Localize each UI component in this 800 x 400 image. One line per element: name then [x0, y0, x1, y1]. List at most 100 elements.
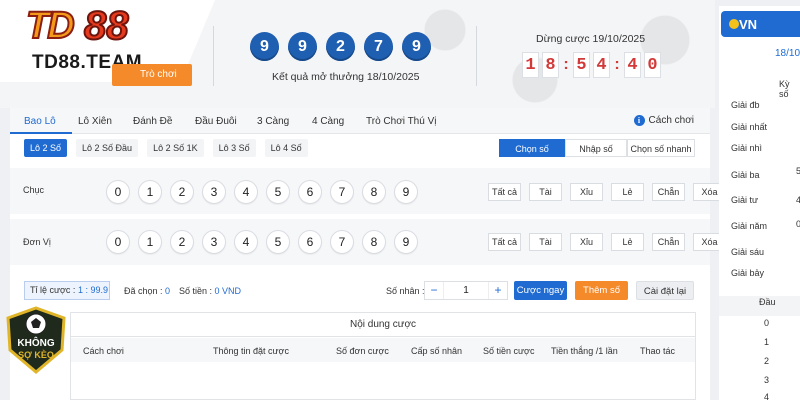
result-balls: 9 9 2 7 9 — [250, 32, 431, 61]
countdown-digit: 4 — [593, 52, 610, 78]
bet-now-button[interactable]: Cược ngay — [514, 281, 567, 300]
col-header-bet-info: Thông tin đặt cược — [213, 346, 289, 356]
digit-ball[interactable]: 7 — [330, 180, 354, 204]
digit-ball[interactable]: 6 — [298, 230, 322, 254]
mode-quick-choose[interactable]: Chọn số nhanh — [627, 139, 695, 157]
row-label-tens: Chục — [23, 185, 45, 195]
subtab-lo-3-so[interactable]: Lô 3 Số — [212, 139, 256, 157]
countdown-digit: 5 — [573, 52, 590, 78]
region-logo-icon — [729, 19, 739, 29]
prize-name: Giải bảy — [731, 268, 765, 278]
countdown-digit: 8 — [542, 52, 559, 78]
countdown-digit: 4 — [624, 52, 641, 78]
how-to-play-link[interactable]: i Cách chơi — [633, 115, 694, 126]
digit-ball[interactable]: 5 — [266, 230, 290, 254]
selected-label: Đã chọn : — [124, 286, 166, 296]
multiplier-label: Số nhân : — [386, 286, 425, 296]
subtab-lo-2-so-dau[interactable]: Lô 2 Số Đầu — [76, 139, 139, 157]
digit-ball[interactable]: 7 — [330, 230, 354, 254]
tab-bao-lo[interactable]: Bao Lô — [24, 116, 56, 127]
odds-label: Tỉ lệ cược : — [30, 285, 78, 295]
tab-tro-choi-thu-vi[interactable]: Trò Chơi Thú Vị — [366, 116, 436, 127]
digit-ball[interactable]: 9 — [394, 180, 418, 204]
play-game-button[interactable]: Trò chơi — [112, 64, 192, 86]
bet-content-title: Nội dung cược — [71, 313, 695, 337]
tab-dau-duoi[interactable]: Đầu Đuôi — [195, 116, 237, 127]
quick-big-button[interactable]: Tài — [529, 183, 562, 201]
badge-text-line2: SỢ KÈO — [18, 350, 54, 360]
odds-display: Tỉ lệ cược : 1 : 99.9 — [24, 281, 110, 300]
digit-ball[interactable]: 2 — [170, 180, 194, 204]
prize-value: 0 — [796, 219, 800, 229]
countdown-digit: 1 — [522, 52, 539, 78]
decrement-button[interactable]: − — [425, 282, 443, 299]
add-number-button[interactable]: Thêm số — [575, 281, 628, 300]
deadline-label: Dừng cược 19/10/2025 — [536, 33, 646, 45]
digit-ball[interactable]: 2 — [170, 230, 194, 254]
multiplier-input[interactable]: 1 — [443, 282, 489, 299]
quick-odd-button[interactable]: Lẻ — [611, 233, 644, 251]
quick-small-button[interactable]: Xỉu — [570, 233, 603, 251]
col-header-actions: Thao tác — [640, 346, 676, 356]
how-to-play-label: Cách chơi — [648, 115, 694, 126]
odds-value: 1 : 99.9 — [77, 285, 108, 295]
digit-ball[interactable]: 4 — [234, 230, 258, 254]
quick-big-button[interactable]: Tài — [529, 233, 562, 251]
tab-3-cang[interactable]: 3 Càng — [257, 116, 289, 127]
digit-ball[interactable]: 3 — [202, 230, 226, 254]
quick-small-button[interactable]: Xỉu — [570, 183, 603, 201]
selected-value: 0 — [165, 286, 171, 296]
selected-count: Đã chọn : 0 — [124, 286, 170, 296]
badge-text-line1: KHÔNG — [17, 336, 54, 349]
subtab-lo-4-so[interactable]: Lô 4 Số — [264, 139, 308, 157]
tab-danh-de[interactable]: Đánh Đề — [133, 116, 172, 127]
region-selector-button[interactable]: VN — [721, 11, 800, 37]
quick-all-button[interactable]: Tất cả — [488, 183, 521, 201]
head-digit-value: 0 — [764, 318, 770, 328]
bet-amount: Số tiền : 0 VND — [179, 286, 241, 296]
quick-all-button[interactable]: Tất cả — [488, 233, 521, 251]
digit-ball[interactable]: 8 — [362, 230, 386, 254]
digit-ball[interactable]: 4 — [234, 180, 258, 204]
head-digit-value: 1 — [764, 337, 770, 347]
tab-lo-xien[interactable]: Lô Xiên — [78, 116, 112, 127]
mode-choose-number[interactable]: Chọn số — [499, 139, 565, 157]
digit-ball[interactable]: 0 — [106, 230, 130, 254]
subtab-lo-2-so[interactable]: Lô 2 Số — [24, 139, 68, 157]
prize-name: Giải nhì — [731, 143, 763, 153]
result-ball: 2 — [326, 32, 355, 61]
result-ball: 9 — [402, 32, 431, 61]
head-digit-value: 4 — [764, 392, 770, 400]
mode-enter-number[interactable]: Nhập số — [565, 139, 627, 157]
quick-even-button[interactable]: Chẵn — [652, 233, 685, 251]
tens-quick-filters: Tất cả Tài Xỉu Lẻ Chẵn Xóa — [488, 183, 726, 201]
prize-name: Giải sáu — [731, 247, 765, 257]
digit-ball[interactable]: 0 — [106, 180, 130, 204]
amount-label: Số tiền : — [179, 286, 215, 296]
head-digit-label: Đầu — [759, 297, 776, 307]
subtab-lo-2-so-1k[interactable]: Lô 2 Số 1K — [147, 139, 204, 157]
digit-ball[interactable]: 9 — [394, 230, 418, 254]
digit-ball[interactable]: 5 — [266, 180, 290, 204]
result-date: Kết quả mở thưởng 18/10/2025 — [272, 71, 420, 83]
prize-name: Giải năm — [731, 221, 768, 231]
header-divider — [213, 26, 214, 86]
digit-ball[interactable]: 6 — [298, 180, 322, 204]
countdown-timer: 1 8 : 5 4 : 4 0 — [522, 52, 661, 78]
digit-ball[interactable]: 1 — [138, 230, 162, 254]
digit-ball[interactable]: 1 — [138, 180, 162, 204]
digit-ball[interactable]: 3 — [202, 180, 226, 204]
quick-odd-button[interactable]: Lẻ — [611, 183, 644, 201]
quick-even-button[interactable]: Chẵn — [652, 183, 685, 201]
bet-type-subtabs: Lô 2 Số Lô 2 Số Đầu Lô 2 Số 1K Lô 3 Số L… — [24, 139, 308, 157]
units-digit-picker: 0 1 2 3 4 5 6 7 8 9 — [106, 230, 418, 254]
result-ball: 9 — [250, 32, 279, 61]
tab-4-cang[interactable]: 4 Càng — [312, 116, 344, 127]
game-tabs: Bao Lô Lô Xiên Đánh Đề Đầu Đuôi 3 Càng 4… — [10, 108, 710, 134]
digit-ball[interactable]: 8 — [362, 180, 386, 204]
bet-summary-bar: Tỉ lệ cược : 1 : 99.9 Đã chọn : 0 Số tiề… — [10, 276, 710, 306]
prize-name: Giải tư — [731, 195, 759, 205]
betting-panel: Bao Lô Lô Xiên Đánh Đề Đầu Đuôi 3 Càng 4… — [10, 108, 726, 400]
reset-button[interactable]: Cài đặt lại — [636, 281, 694, 300]
increment-button[interactable]: + — [489, 282, 507, 299]
